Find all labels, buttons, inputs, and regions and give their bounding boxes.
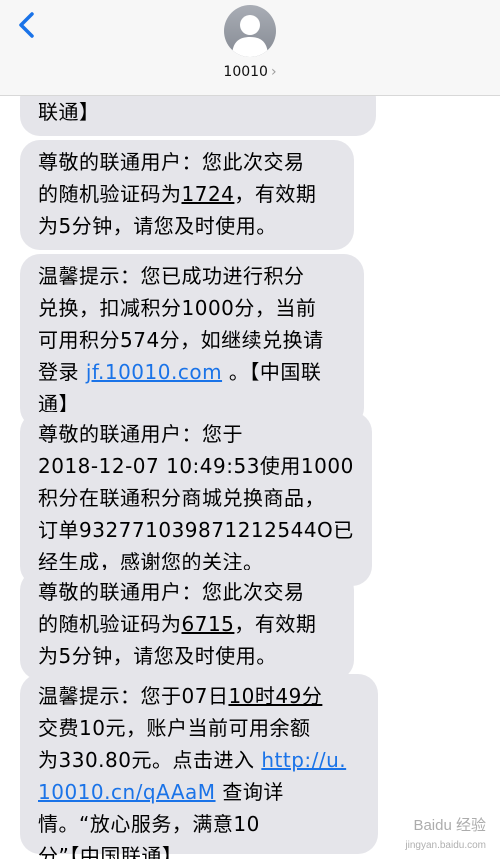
message-line: 可用积分574分，如继续兑换请 bbox=[38, 328, 324, 352]
message-line: 为330.80元。点击进入 http://u. bbox=[38, 744, 362, 776]
time-text[interactable]: 10时49分 bbox=[228, 684, 322, 708]
message-line: 的随机验证码为1724，有效期 bbox=[38, 178, 338, 210]
message-line: 情。“放心服务，满意10 bbox=[38, 812, 260, 836]
message-line: 尊敬的联通用户：您于 bbox=[38, 422, 243, 446]
conversation-header: 10010 › bbox=[0, 0, 500, 96]
message-bubble: 温馨提示：您于07日10时49分 交费10元，账户当前可用余额 为330.80元… bbox=[20, 674, 378, 859]
message-text: 温馨提示：您于07日 bbox=[38, 684, 229, 708]
chevron-right-icon: › bbox=[270, 64, 277, 80]
avatar[interactable] bbox=[224, 5, 276, 57]
message-line: 10010.cn/qAAaM 查询详 bbox=[38, 776, 362, 808]
message-text: 查询详 bbox=[215, 780, 284, 804]
message-line: 尊敬的联通用户：您此次交易 bbox=[38, 150, 305, 174]
message-line: 尊敬的联通用户：您此次交易 bbox=[38, 580, 305, 604]
message-line: 为5分钟，请您及时使用。 bbox=[38, 214, 277, 238]
watermark: Baidu 经验 bbox=[413, 817, 486, 834]
verification-code[interactable]: 1724 bbox=[182, 182, 235, 206]
message-line: 为5分钟，请您及时使用。 bbox=[38, 644, 277, 668]
person-silhouette-icon bbox=[232, 15, 268, 57]
message-bubble: 温馨提示：您已成功进行积分 兑换，扣减积分1000分，当前 可用积分574分，如… bbox=[20, 254, 364, 428]
messages-screen: 联通】 尊敬的联通用户：您此次交易 的随机验证码为1724，有效期 为5分钟，请… bbox=[0, 0, 500, 859]
message-line: 温馨提示：您已成功进行积分 bbox=[38, 264, 305, 288]
message-bubble: 尊敬的联通用户：您此次交易 的随机验证码为6715，有效期 为5分钟，请您及时使… bbox=[20, 570, 354, 680]
url-link[interactable]: 10010.cn/qAAaM bbox=[38, 780, 216, 804]
message-line: 的随机验证码为6715，有效期 bbox=[38, 608, 338, 640]
message-text: 的随机验证码为 bbox=[38, 612, 182, 636]
message-bubble: 尊敬的联通用户：您此次交易 的随机验证码为1724，有效期 为5分钟，请您及时使… bbox=[20, 140, 354, 250]
message-text: ，有效期 bbox=[234, 612, 317, 636]
watermark-url: jingyan.baidu.com bbox=[405, 840, 486, 851]
message-bubble: 尊敬的联通用户：您于 2018-12-07 10:49:53使用1000 积分在… bbox=[20, 412, 372, 586]
message-text: 为330.80元。点击进入 bbox=[38, 748, 262, 772]
message-line: 积分在联通积分商城兑换商品， bbox=[38, 486, 325, 510]
contact-name: 10010 bbox=[223, 64, 268, 80]
message-text: 。【中国联 bbox=[222, 360, 322, 384]
message-line: 2018-12-07 10:49:53使用1000 bbox=[38, 454, 354, 478]
back-button[interactable] bbox=[10, 8, 44, 42]
message-line: 交费10元，账户当前可用余额 bbox=[38, 716, 311, 740]
message-line: 温馨提示：您于07日10时49分 bbox=[38, 680, 362, 712]
points-link[interactable]: jf.10010.com bbox=[86, 360, 222, 384]
message-line: 登录 jf.10010.com 。【中国联 bbox=[38, 356, 348, 388]
contact-name-button[interactable]: 10010 › bbox=[0, 64, 500, 80]
message-text: 的随机验证码为 bbox=[38, 182, 182, 206]
url-link[interactable]: http://u. bbox=[261, 748, 346, 772]
chevron-left-icon bbox=[19, 12, 34, 38]
message-line: 订单932771039871212544O已 bbox=[38, 518, 354, 542]
message-text: 登录 bbox=[38, 360, 86, 384]
message-text: ，有效期 bbox=[234, 182, 317, 206]
message-line: 兑换，扣减积分1000分，当前 bbox=[38, 296, 317, 320]
verification-code[interactable]: 6715 bbox=[182, 612, 235, 636]
message-line: 分”【中国联通】 bbox=[38, 844, 183, 859]
